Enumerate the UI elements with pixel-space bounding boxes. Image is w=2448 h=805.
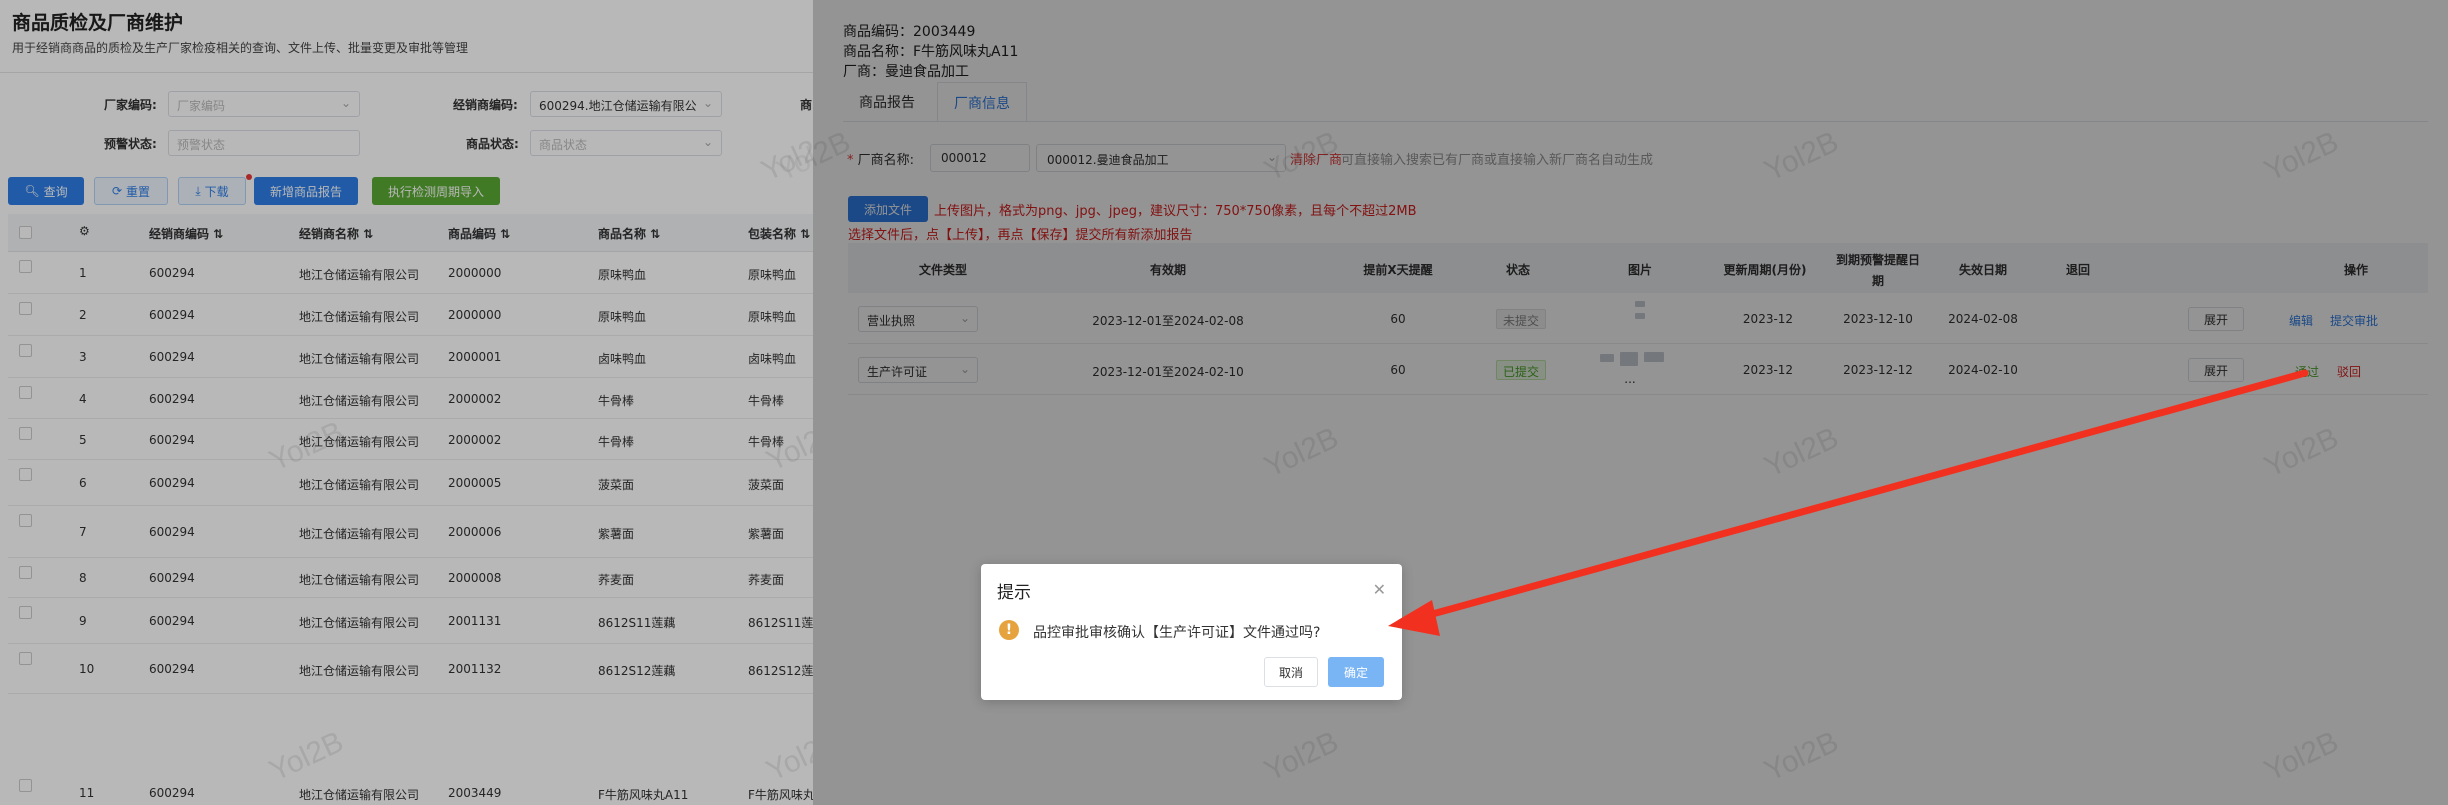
cancel-button[interactable]: 取消 xyxy=(1264,657,1318,687)
confirm-dialog: 提示 ✕ ! 品控审批审核确认【生产许可证】文件通过吗? 取消 确定 xyxy=(981,564,1402,700)
dialog-title: 提示 xyxy=(997,583,1031,603)
warning-icon: ! xyxy=(999,620,1019,640)
page-overlay-mask[interactable] xyxy=(0,0,813,805)
confirm-button[interactable]: 确定 xyxy=(1328,657,1384,687)
close-icon[interactable]: ✕ xyxy=(1373,580,1386,599)
dialog-message: 品控审批审核确认【生产许可证】文件通过吗? xyxy=(1033,625,1321,641)
